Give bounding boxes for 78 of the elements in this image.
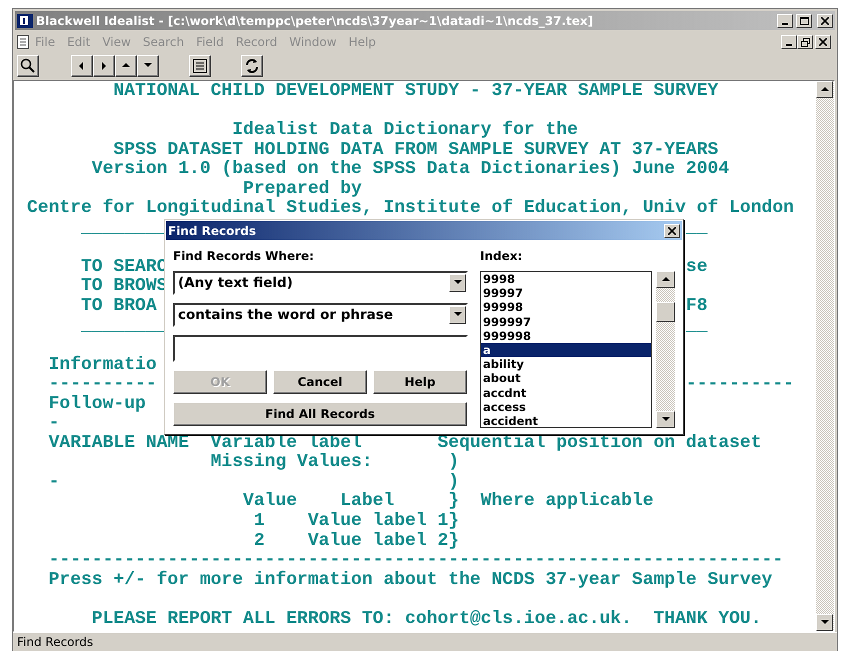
close-icon — [668, 226, 676, 234]
index-item[interactable]: about — [481, 371, 651, 386]
app-icon — [17, 14, 33, 28]
document-line: Missing Values: ) — [210, 452, 460, 472]
document-icon[interactable] — [17, 35, 29, 49]
index-item[interactable]: ability — [481, 357, 651, 372]
index-item[interactable]: 9998 — [481, 272, 651, 286]
document-line: ________ — [80, 218, 168, 238]
list-icon — [193, 59, 207, 73]
index-item[interactable]: 99998 — [481, 300, 651, 315]
index-label: Index: — [480, 249, 524, 263]
list-button[interactable] — [189, 55, 211, 77]
document-line: Centre for Longitudinal Studies, Institute of Education, Univ of London — [27, 198, 794, 218]
restore-button[interactable] — [797, 35, 813, 49]
close-button[interactable] — [664, 224, 680, 238]
index-item[interactable]: accident — [481, 414, 651, 427]
index-item[interactable]: access — [481, 400, 651, 414]
refresh-icon — [244, 58, 260, 74]
up-button[interactable] — [115, 55, 137, 77]
dialog-button[interactable]: Cancel — [273, 370, 367, 394]
index-item[interactable]: a — [481, 342, 651, 358]
index-item[interactable]: 999998 — [481, 328, 651, 343]
list-scrollbar[interactable] — [656, 271, 675, 428]
dialog-button[interactable]: Help — [373, 370, 467, 394]
document-line: ________ — [80, 316, 168, 336]
document-line: Prepared by — [242, 178, 362, 199]
close-button[interactable] — [815, 35, 831, 49]
refresh-button[interactable] — [241, 55, 263, 77]
status-text: Find Records — [17, 635, 94, 649]
document-line: ---------- — [686, 374, 794, 394]
document-line: SPSS DATASET HOLDING DATA FROM SAMPLE SURVEY AT 37-YEARS — [112, 140, 718, 160]
search-button[interactable] — [17, 55, 39, 77]
document-line: Press +/- for more information about the NCDS 37-year Sample Survey — [48, 570, 772, 590]
restore-icon — [800, 38, 810, 46]
down-button[interactable] — [137, 55, 159, 77]
minimize-button[interactable] — [781, 35, 797, 49]
maximize-button[interactable] — [796, 14, 812, 28]
previous-button[interactable] — [71, 55, 93, 77]
document-line: Informatio — [48, 354, 157, 375]
field-dropdown[interactable]: (Any text field) — [173, 271, 468, 295]
document-line: PLEASE REPORT ALL ERRORS TO: cohort@cls.ioe.ac.uk. THANK YOU. — [90, 608, 762, 629]
document-line: __ — [686, 218, 708, 238]
document-line: -------------------------------------------------------------------- — [48, 550, 784, 570]
document-line: Value Label } Where applicable — [242, 491, 654, 512]
minimize-icon — [782, 22, 788, 24]
document-line: TO SEARC — [80, 256, 168, 277]
minimize-button[interactable] — [777, 14, 793, 28]
right-arrow-icon — [99, 61, 109, 71]
minimize-icon — [786, 44, 792, 46]
document-line: ---------- — [48, 374, 157, 394]
document-line: TO BROA — [80, 296, 157, 316]
window-title: Blackwell Idealist - [c:\work\d\temppc\peter\ncds\37year~1\datadi~1\ncds_37.tex] — [36, 14, 594, 28]
document-line: se — [686, 256, 708, 277]
index-item[interactable]: accdnt — [481, 386, 651, 400]
index-item[interactable]: 999997 — [481, 314, 651, 329]
document-line: NATIONAL CHILD DEVELOPMENT STUDY - 37-YEAR SAMPLE SURVEY — [112, 81, 718, 101]
document-line: 1 Value label 1} — [252, 511, 460, 532]
close-icon — [819, 38, 827, 46]
document-line: Version 1.0 (based on the SPSS Data Dictionaries) June 2004 — [90, 159, 730, 180]
close-button[interactable] — [817, 14, 833, 28]
next-button[interactable] — [93, 55, 115, 77]
search-icon — [20, 58, 36, 74]
document-scrollbar[interactable] — [816, 81, 834, 631]
field-label: Find Records Where: — [173, 249, 315, 263]
document-line: F8 — [686, 296, 708, 316]
scroll-thumb[interactable] — [656, 302, 675, 322]
dialog-title: Find Records — [168, 224, 258, 238]
document-line: - — [48, 413, 60, 434]
index-item[interactable]: 99997 — [481, 286, 651, 300]
maximize-icon — [800, 16, 808, 24]
condition-dropdown[interactable]: contains the word or phrase — [173, 303, 468, 327]
document-line: Follow-up — [48, 394, 146, 414]
close-icon — [821, 16, 829, 24]
document-line: - ) — [48, 472, 460, 492]
find-all-button[interactable]: Find All Records — [173, 402, 467, 426]
document-line: 2 Value label 2} — [252, 530, 460, 551]
document-line: __ — [686, 316, 708, 336]
document-line: Idealist Data Dictionary for the — [231, 120, 578, 140]
